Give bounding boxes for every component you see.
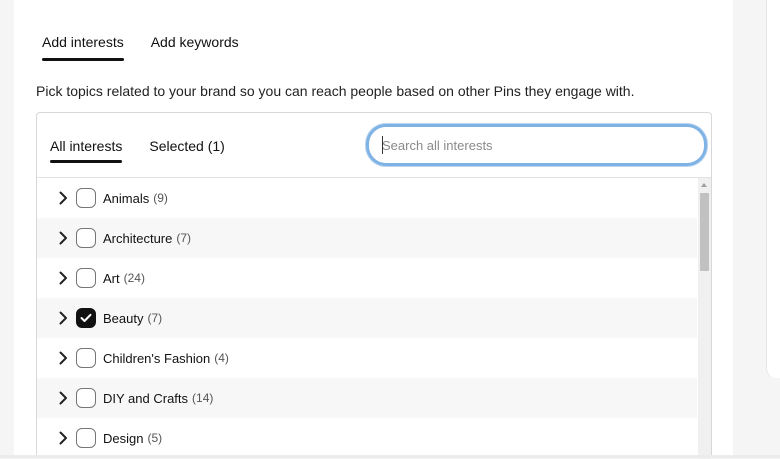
interest-row[interactable]: DIY and Crafts (14) <box>37 378 697 418</box>
search-input[interactable] <box>369 127 704 163</box>
chevron-right-icon[interactable] <box>58 271 68 285</box>
interest-label: Architecture <box>103 230 173 246</box>
interests-description: Pick topics related to your brand so you… <box>36 83 635 99</box>
interest-checkbox[interactable] <box>76 428 96 448</box>
tab-add-interests[interactable]: Add interests <box>42 33 124 61</box>
interest-checkbox[interactable] <box>76 188 96 208</box>
checkmark-icon <box>80 313 92 322</box>
interest-label: DIY and Crafts <box>103 390 189 406</box>
interest-count: (24) <box>123 271 145 285</box>
chevron-right-icon[interactable] <box>58 311 68 325</box>
interest-label: Animals <box>103 190 150 206</box>
chevron-right-icon[interactable] <box>58 351 68 365</box>
interest-checkbox[interactable] <box>76 268 96 288</box>
interest-tabs: All interests Selected (1) <box>50 138 225 163</box>
interest-row[interactable]: Design (5) <box>37 418 697 458</box>
interest-checkbox[interactable] <box>76 308 96 328</box>
interest-checkbox[interactable] <box>76 388 96 408</box>
top-tabs: Add interests Add keywords <box>42 33 239 63</box>
interest-count: (9) <box>153 191 168 205</box>
scrollbar[interactable] <box>698 178 711 459</box>
chevron-right-icon[interactable] <box>58 191 68 205</box>
interest-checkbox[interactable] <box>76 348 96 368</box>
interest-row[interactable]: Architecture (7) <box>37 218 697 258</box>
tab-add-keywords[interactable]: Add keywords <box>151 33 239 61</box>
interest-checkbox[interactable] <box>76 228 96 248</box>
scrollbar-thumb[interactable] <box>700 193 709 271</box>
interest-count: (5) <box>147 431 163 445</box>
chevron-right-icon[interactable] <box>58 431 68 445</box>
interest-row[interactable]: Animals (9) <box>37 178 697 218</box>
interest-label: Children's Fashion <box>103 350 211 366</box>
interest-row[interactable]: Children's Fashion (4) <box>37 338 697 378</box>
interest-label: Art <box>103 270 120 286</box>
interest-count: (4) <box>214 351 229 365</box>
interest-label: Beauty <box>103 310 144 326</box>
interest-count: (14) <box>192 391 214 405</box>
interest-row[interactable]: Art (24) <box>37 258 697 298</box>
interest-row[interactable]: Beauty (7) <box>37 298 697 338</box>
interest-count: (7) <box>176 231 192 245</box>
search-field[interactable] <box>366 124 707 166</box>
tab-selected[interactable]: Selected (1) <box>149 138 224 163</box>
interests-box: All interests Selected (1) Animals(9)Arc… <box>36 112 712 459</box>
scroll-up-arrow-icon[interactable] <box>701 183 707 187</box>
interest-count: (7) <box>147 311 163 325</box>
targeting-panel: Add interests Add keywords Pick topics r… <box>14 0 733 459</box>
interest-label: Design <box>103 430 144 446</box>
side-panel-edge <box>766 0 780 378</box>
tab-all-interests[interactable]: All interests <box>50 138 123 163</box>
text-caret <box>382 136 383 154</box>
chevron-right-icon[interactable] <box>58 391 68 405</box>
chevron-right-icon[interactable] <box>58 231 68 245</box>
interest-list: Animals (9) Architecture (7) Art (24) Beauty (7… <box>37 178 697 459</box>
